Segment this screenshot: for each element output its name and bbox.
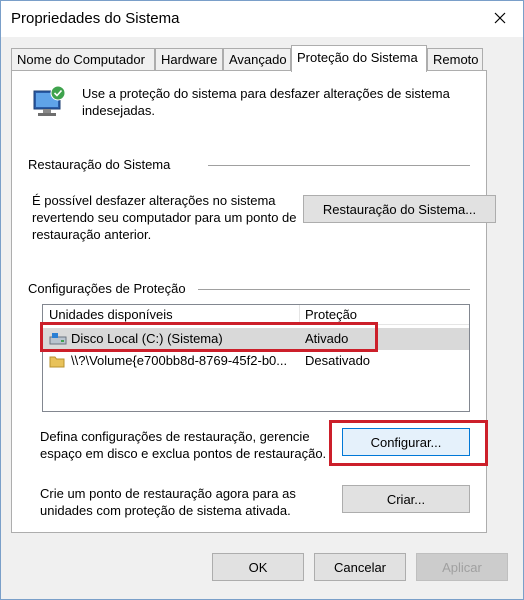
tab-remote[interactable]: Remoto <box>427 48 483 71</box>
protection-section-divider <box>198 289 470 290</box>
drive-protection-status: Desativado <box>305 353 371 368</box>
apply-button[interactable]: Aplicar <box>416 553 508 581</box>
column-protection[interactable]: Proteção <box>305 307 357 322</box>
drives-list[interactable]: Unidades disponíveis Proteção Disco Loca… <box>42 304 470 412</box>
protection-section-label: Configurações de Proteção <box>28 281 186 296</box>
restore-description: É possível desfazer alterações no sistem… <box>32 193 297 242</box>
intro-description: Use a proteção do sistema para desfazer … <box>82 86 450 118</box>
cancel-button[interactable]: Cancelar <box>314 553 406 581</box>
highlight-box-configure <box>329 420 488 466</box>
close-icon <box>494 12 506 24</box>
close-button[interactable] <box>477 1 523 35</box>
create-description: Crie um ponto de restauração agora para … <box>40 486 296 518</box>
system-properties-window: Propriedades do Sistema Nome do Computad… <box>0 0 524 600</box>
system-protection-panel: Use a proteção do sistema para desfazer … <box>11 70 496 533</box>
drive-name: \\?\Volume{e700bb8d-8769-45f2-b0... <box>71 353 288 368</box>
tab-system-protection[interactable]: Proteção do Sistema <box>291 45 427 72</box>
tab-computer-name[interactable]: Nome do Computador <box>11 48 155 71</box>
title-bar: Propriedades do Sistema <box>1 1 523 37</box>
drive-row[interactable]: \\?\Volume{e700bb8d-8769-45f2-b0... Desa… <box>43 350 469 372</box>
ok-button[interactable]: OK <box>212 553 304 581</box>
dialog-footer: OK Cancelar Aplicar <box>1 541 523 599</box>
restore-section-divider <box>208 165 470 166</box>
folder-drive-icon <box>49 356 65 368</box>
system-restore-button[interactable]: Restauração do Sistema... <box>303 195 496 223</box>
system-protection-icon <box>33 85 66 116</box>
highlight-box-drive <box>40 322 378 352</box>
configure-description: Defina configurações de restauração, ger… <box>40 429 327 461</box>
tab-hardware[interactable]: Hardware <box>155 48 223 71</box>
column-available-drives[interactable]: Unidades disponíveis <box>49 307 173 322</box>
restore-section-label: Restauração do Sistema <box>28 157 171 172</box>
tab-advanced[interactable]: Avançado <box>223 48 291 71</box>
window-title: Propriedades do Sistema <box>11 10 180 27</box>
create-button[interactable]: Criar... <box>342 485 470 513</box>
